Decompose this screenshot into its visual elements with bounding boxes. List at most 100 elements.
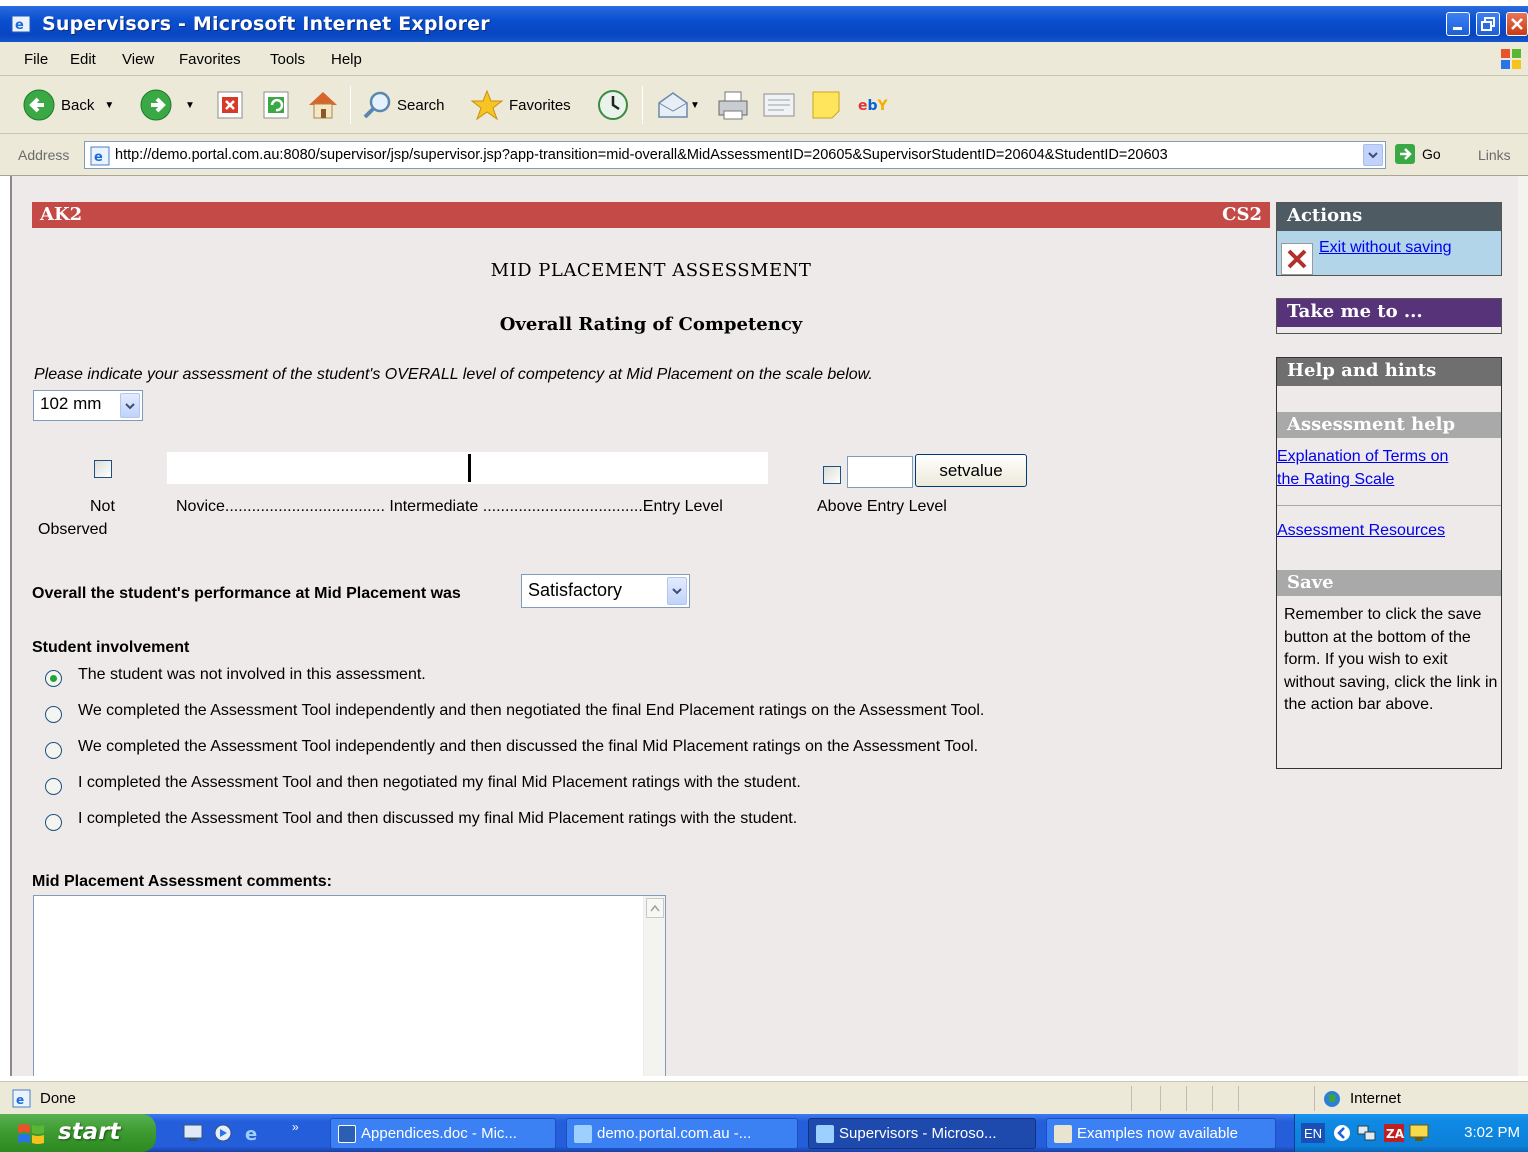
menu-favorites[interactable]: Favorites (179, 51, 241, 68)
history-button[interactable] (596, 88, 630, 122)
system-tray: EN ZA 3:02 PM (1294, 1114, 1528, 1152)
ie-icon (816, 1125, 834, 1143)
actions-panel: Actions Exit without saving (1276, 202, 1502, 276)
page-done-icon: e (12, 1089, 31, 1108)
svg-text:ZA: ZA (1386, 1127, 1405, 1141)
textarea-scrollbar[interactable] (643, 896, 665, 1076)
involvement-option-1: We completed the Assessment Tool indepen… (78, 702, 985, 719)
ie-icon (574, 1125, 592, 1143)
menu-file[interactable]: File (24, 51, 48, 68)
assessment-resources-link[interactable]: Assessment Resources (1277, 519, 1445, 542)
notes-button[interactable] (810, 88, 842, 122)
not-observed-label: Not (90, 498, 115, 515)
above-entry-checkbox[interactable] (823, 466, 841, 484)
instruction-text: Please indicate your assessment of the s… (34, 366, 873, 383)
takeme-panel[interactable]: Take me to ... (1276, 298, 1502, 334)
address-bar: Address e Go Links (0, 134, 1528, 176)
involvement-radio-4[interactable] (45, 814, 62, 831)
taskbar-item-supervisors[interactable]: Supervisors - Microso... (808, 1118, 1036, 1149)
page-scrollbar[interactable] (1518, 176, 1528, 1076)
not-observed-label-2: Observed (38, 521, 108, 538)
competency-scale-bar[interactable] (167, 452, 768, 484)
back-dropdown-icon[interactable]: ▼ (104, 100, 114, 111)
history-icon (598, 90, 628, 120)
search-button[interactable]: Search (362, 88, 445, 122)
refresh-icon (263, 91, 289, 119)
save-title: Save (1277, 570, 1501, 596)
status-divider (1160, 1086, 1161, 1111)
edit-button[interactable] (762, 88, 796, 122)
restore-button[interactable] (1476, 12, 1500, 36)
performance-select[interactable]: Satisfactory (521, 574, 690, 608)
involvement-radio-1[interactable] (45, 706, 62, 723)
monitor-icon[interactable] (1409, 1124, 1429, 1142)
forward-button[interactable]: ▼ (139, 88, 195, 122)
start-button[interactable]: start (0, 1114, 156, 1152)
explanation-terms-link[interactable]: Explanation of Terms on (1277, 445, 1448, 468)
not-observed-checkbox[interactable] (94, 460, 112, 478)
involvement-radio-2[interactable] (45, 742, 62, 759)
language-indicator[interactable]: EN (1301, 1123, 1325, 1143)
menu-view[interactable]: View (122, 51, 154, 68)
involvement-radio-3[interactable] (45, 778, 62, 795)
setvalue-button[interactable]: setvalue (915, 454, 1027, 487)
favorites-button[interactable]: Favorites (470, 88, 571, 122)
page-subtitle: Overall Rating of Competency (499, 314, 803, 335)
status-divider (1212, 1086, 1213, 1111)
minimize-button[interactable] (1446, 12, 1470, 36)
close-window-button[interactable] (1506, 12, 1528, 36)
refresh-button[interactable] (262, 88, 290, 122)
go-arrow-icon (1395, 144, 1415, 164)
taskbar-item-examples[interactable]: Examples now available (1046, 1118, 1276, 1149)
home-button[interactable] (306, 88, 340, 122)
start-label: start (58, 1119, 121, 1145)
comments-textarea[interactable] (33, 895, 666, 1076)
search-icon (363, 91, 391, 119)
mail-dropdown-icon[interactable]: ▼ (690, 100, 700, 111)
menu-tools[interactable]: Tools (270, 51, 305, 68)
comments-label: Mid Placement Assessment comments: (32, 873, 332, 890)
page-title: MID PLACEMENT ASSESSMENT (490, 260, 812, 281)
menu-help[interactable]: Help (331, 51, 362, 68)
quicklaunch-desktop-icon[interactable] (182, 1123, 204, 1143)
word-icon (338, 1125, 356, 1143)
divider (1277, 505, 1501, 506)
status-divider (1314, 1086, 1315, 1111)
involvement-radio-0[interactable] (45, 670, 62, 687)
address-dropdown-button[interactable] (1363, 144, 1383, 166)
print-button[interactable] (716, 88, 750, 122)
go-button[interactable]: Go (1394, 143, 1441, 165)
takeme-title[interactable]: Take me to ... (1277, 299, 1501, 327)
above-entry-label: Above Entry Level (817, 498, 947, 515)
zonealarm-icon[interactable]: ZA (1383, 1123, 1405, 1143)
scale-marker[interactable] (468, 454, 471, 482)
forward-dropdown-icon[interactable]: ▼ (185, 100, 195, 111)
print-icon (718, 91, 748, 120)
taskbar-item-portal[interactable]: demo.portal.com.au -... (566, 1118, 798, 1149)
mail-button[interactable]: ▼ (656, 88, 700, 122)
quicklaunch-ie-icon[interactable]: e (242, 1123, 264, 1143)
quicklaunch-media-icon[interactable] (212, 1123, 234, 1143)
save-note: Remember to click the save button at the… (1284, 606, 1498, 714)
links-toolbar[interactable]: Links (1478, 147, 1511, 163)
menu-edit[interactable]: Edit (70, 51, 96, 68)
stop-icon (217, 91, 243, 119)
taskbar-item-word[interactable]: Appendices.doc - Mic... (330, 1118, 556, 1149)
header-right-code: CS2 (1222, 204, 1262, 225)
restore-icon (1481, 17, 1495, 31)
stop-button[interactable] (216, 88, 244, 122)
back-button[interactable]: Back ▼ (22, 88, 114, 122)
scale-size-select[interactable]: 102 mm (33, 390, 143, 421)
network-icon[interactable] (1357, 1124, 1377, 1142)
exit-without-saving-link[interactable]: Exit without saving (1319, 239, 1452, 257)
ebay-button[interactable]: ebY (856, 88, 896, 122)
tray-expand-icon[interactable] (1333, 1124, 1351, 1142)
explanation-terms-link-2[interactable]: the Rating Scale (1277, 468, 1394, 491)
exit-icon[interactable] (1281, 243, 1313, 275)
chevron-right-icon[interactable]: » (292, 1120, 299, 1134)
header-bar: AK2 CS2 (32, 202, 1270, 228)
chevron-down-icon (120, 393, 140, 418)
scroll-up-icon[interactable] (646, 898, 664, 918)
scale-value-input[interactable] (847, 456, 913, 488)
address-input[interactable] (115, 145, 1355, 165)
